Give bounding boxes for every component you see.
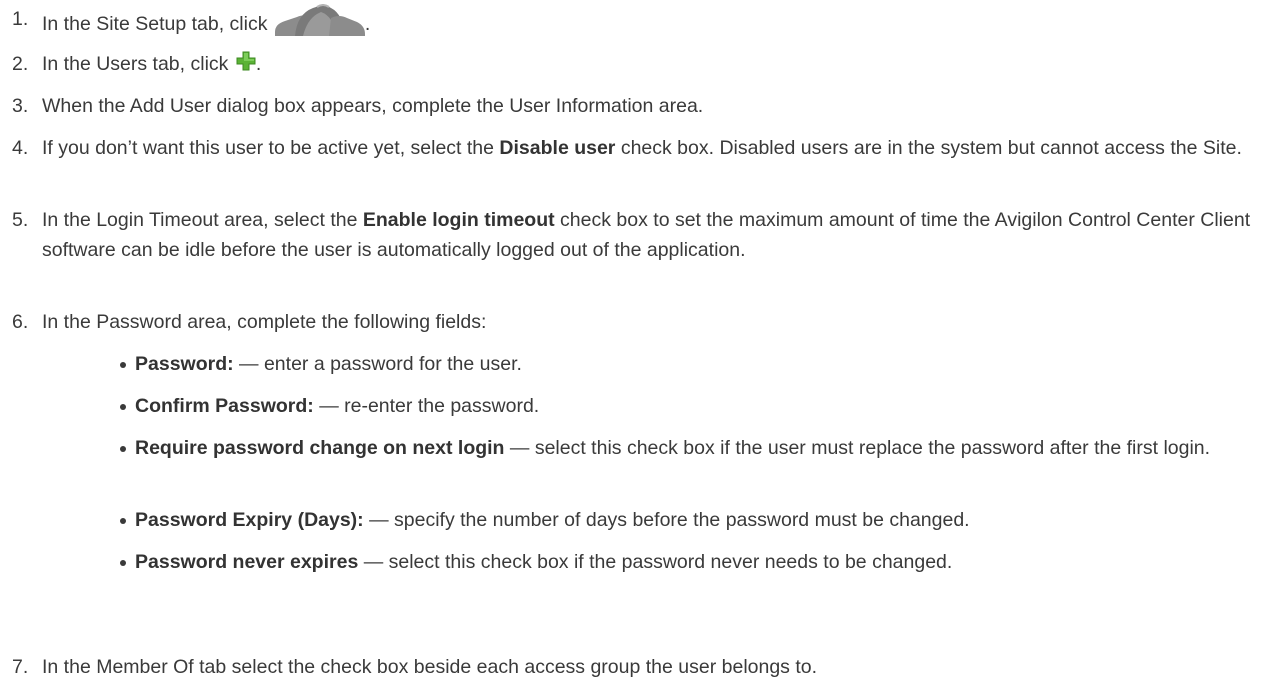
step-text-before: If you don’t want this user to be active… (42, 137, 500, 159)
bullet-dot (120, 518, 126, 524)
step-text: In the Member Of tab select the check bo… (42, 656, 818, 678)
field-description: — specify the number of days before the … (363, 509, 970, 531)
bullet-dot (120, 560, 126, 566)
enable-login-timeout-label: Enable login timeout (362, 209, 555, 231)
step-number: 6. (12, 311, 29, 333)
list-item-text: Confirm Password: — re-enter the passwor… (135, 391, 1265, 421)
disable-user-label: Disable user (499, 137, 616, 159)
field-description: — re-enter the password. (313, 395, 540, 417)
step-text: When the Add User dialog box appears, co… (42, 95, 704, 117)
step-text: In the Users tab, click . (42, 49, 1272, 79)
list-item-text: Password Expiry (Days): — specify the nu… (135, 505, 1265, 535)
step-text-after: . (255, 53, 262, 75)
list-item-text: Password never expires — select this che… (135, 547, 1265, 577)
step-text: In the Login Timeout area, select the En… (42, 205, 1272, 265)
field-name: Require password change on next login (135, 437, 505, 459)
step-number: 1. (12, 8, 29, 30)
step-number: 4. (12, 137, 29, 159)
step-text-before: In the Site Setup tab, click (42, 13, 273, 35)
step-number: 7. (12, 656, 29, 678)
field-description: — select this check box if the password … (358, 551, 953, 573)
step-number: 2. (12, 53, 29, 75)
field-name: Password never expires (135, 551, 359, 573)
green-plus-icon (236, 50, 256, 71)
field-name: Confirm Password: (135, 395, 314, 417)
field-name: Password: (135, 353, 234, 375)
users-group-icon (273, 4, 365, 36)
step-text-before: In the Login Timeout area, select the (42, 209, 363, 231)
step-text: In the Password area, complete the follo… (42, 311, 487, 333)
bullet-dot (120, 404, 126, 410)
field-name: Password Expiry (Days): (135, 509, 364, 531)
step-text-after: . (364, 13, 371, 35)
list-item-text: Password: — enter a password for the use… (135, 349, 1265, 379)
step-text-before: In the Users tab, click (42, 53, 234, 75)
bullet-dot (120, 446, 126, 452)
step-text-after: check box. Disabled users are in the sys… (615, 137, 1242, 159)
field-description: — select this check box if the user must… (504, 437, 1211, 459)
step-text: If you don’t want this user to be active… (42, 133, 1272, 163)
step-number: 3. (12, 95, 29, 117)
field-description: — enter a password for the user. (233, 353, 522, 375)
bullet-dot (120, 362, 126, 368)
step-number: 5. (12, 209, 29, 231)
step-text: In the Site Setup tab, click . (42, 4, 1272, 39)
list-item-text: Require password change on next login — … (135, 433, 1265, 463)
